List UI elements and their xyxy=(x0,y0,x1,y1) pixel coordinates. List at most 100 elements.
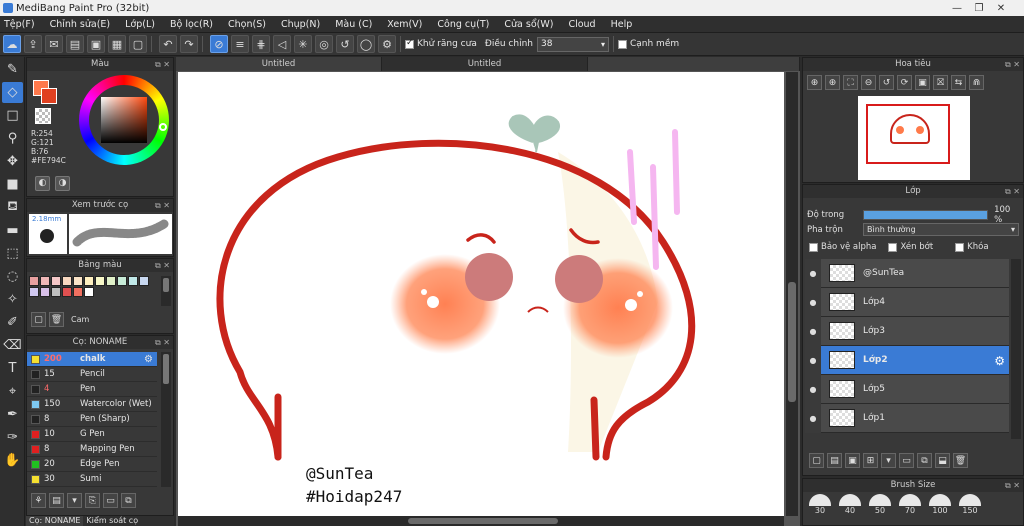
vanish-snap-icon[interactable]: ◁ xyxy=(273,35,291,53)
fit-icon[interactable]: ⛶ xyxy=(843,75,858,90)
visibility-eye-icon[interactable]: ● xyxy=(805,287,821,317)
dot-tool-icon[interactable]: ⚲ xyxy=(2,128,23,149)
brush-row[interactable]: 8 Mapping Pen xyxy=(27,442,157,457)
menu-help[interactable]: Help xyxy=(611,19,633,30)
duplicate-brush-icon[interactable]: ⧉ xyxy=(121,493,136,508)
rotate-reset-icon[interactable]: ⟳ xyxy=(897,75,912,90)
tab-brush-control[interactable]: Kiểm soát cọ xyxy=(83,516,141,526)
brush-size-preset[interactable]: 150 xyxy=(955,494,985,515)
layer-settings-gear-icon[interactable]: ⚙ xyxy=(994,354,1005,368)
clip-checkbox[interactable] xyxy=(888,242,898,252)
move-tool-icon[interactable]: ✥ xyxy=(2,151,23,172)
hand-tool-icon[interactable]: ✋ xyxy=(2,450,23,471)
palette-swatch[interactable] xyxy=(51,276,61,286)
new-image-layer-icon[interactable]: ▣ xyxy=(845,453,860,468)
divide-tool-icon[interactable]: ⌖ xyxy=(2,381,23,402)
adjust-select[interactable]: 38 ▾ xyxy=(536,36,609,52)
copy-brush-icon[interactable]: ⎘ xyxy=(85,493,100,508)
gradient-tool-icon[interactable]: ▬ xyxy=(2,220,23,241)
color-picker-ring[interactable] xyxy=(159,123,167,131)
blend-mode-select[interactable]: Bình thường ▾ xyxy=(863,223,1019,236)
flip-icon[interactable]: ⇆ xyxy=(951,75,966,90)
menu-edit[interactable]: Chỉnh sửa(E) xyxy=(50,19,111,30)
horizontal-scroll-thumb[interactable] xyxy=(408,518,558,524)
delete-palette-icon[interactable]: 🗑 xyxy=(49,312,64,327)
visibility-eye-icon[interactable]: ● xyxy=(805,258,821,288)
share-icon[interactable]: ⇪ xyxy=(24,35,42,53)
brush-menu-icon[interactable]: ▾ xyxy=(67,493,82,508)
visibility-eye-icon[interactable]: ● xyxy=(805,403,821,433)
layer-row[interactable]: ● Lớp3 xyxy=(805,316,1009,346)
background-color-swatch[interactable] xyxy=(41,88,57,104)
brush-row[interactable]: 10 G Pen xyxy=(27,427,157,442)
menu-color[interactable]: Màu (C) xyxy=(335,19,372,30)
grid-icon[interactable]: ▦ xyxy=(108,35,126,53)
snap-off-icon[interactable]: ⊘ xyxy=(210,35,228,53)
brush-folder-icon[interactable]: ▭ xyxy=(103,493,118,508)
close-button[interactable]: ✕ xyxy=(990,0,1012,16)
palette-scrollbar[interactable] xyxy=(161,276,171,306)
zoom-plus-icon[interactable]: ⊕ xyxy=(825,75,840,90)
redo-icon[interactable]: ↷ xyxy=(180,35,198,53)
panel-menu-icon[interactable]: ⧉ ✕ xyxy=(155,58,170,71)
bucket-tool-icon[interactable]: ⛾ xyxy=(2,197,23,218)
select-pen-icon[interactable]: ✐ xyxy=(2,312,23,333)
brush-list-scrollbar[interactable] xyxy=(161,352,171,487)
full-view-icon[interactable]: ▣ xyxy=(915,75,930,90)
brush-row[interactable]: 8 Pen (Sharp) xyxy=(27,412,157,427)
panel-menu-icon[interactable]: ⧉ ✕ xyxy=(1005,58,1020,71)
canvas-vertical-scrollbar[interactable] xyxy=(786,72,798,516)
menu-snap[interactable]: Chụp(N) xyxy=(281,19,320,30)
radial-snap-icon[interactable]: ✳ xyxy=(294,35,312,53)
saturation-square[interactable] xyxy=(101,97,147,143)
palette-swatch[interactable] xyxy=(84,287,94,297)
text-tool-icon[interactable]: T xyxy=(2,358,23,379)
layer-row[interactable]: ● Lớp2 ⚙ xyxy=(805,345,1009,375)
lock-checkbox[interactable] xyxy=(955,242,965,252)
cross-snap-icon[interactable]: ⋕ xyxy=(252,35,270,53)
panel-menu-icon[interactable]: ⧉ ✕ xyxy=(1005,185,1020,198)
layer-list-scrollbar[interactable] xyxy=(1011,259,1021,439)
color-set-icon[interactable]: ◐ xyxy=(35,176,50,191)
transparent-swatch[interactable] xyxy=(35,108,51,124)
tab-untitled-2[interactable]: Untitled xyxy=(382,57,588,71)
ellipse-snap-icon[interactable]: ◯ xyxy=(357,35,375,53)
merge-layer-icon[interactable]: ⬓ xyxy=(935,453,950,468)
cloud-icon[interactable]: ☁ xyxy=(3,35,21,53)
palette-swatch[interactable] xyxy=(51,287,61,297)
brush-size-preset[interactable]: 30 xyxy=(805,494,835,515)
brush-settings-gear-icon[interactable]: ⚙ xyxy=(144,354,153,365)
frame-icon[interactable]: ▢ xyxy=(129,35,147,53)
palette-swatch[interactable] xyxy=(84,276,94,286)
undo-icon[interactable]: ↶ xyxy=(159,35,177,53)
chat-icon[interactable]: ✉ xyxy=(45,35,63,53)
panel-menu-icon[interactable]: ⧉ ✕ xyxy=(155,199,170,212)
menu-file[interactable]: Tệp(F) xyxy=(4,19,35,30)
menu-view[interactable]: Xem(V) xyxy=(387,19,422,30)
visibility-eye-icon[interactable]: ● xyxy=(805,345,821,375)
brush-row[interactable]: 150 Watercolor (Wet) xyxy=(27,397,157,412)
eyedropper-icon[interactable]: ✒ xyxy=(2,404,23,425)
menu-window[interactable]: Cửa sổ(W) xyxy=(504,19,553,30)
palette-swatch[interactable] xyxy=(29,287,39,297)
magnet-icon[interactable]: ⋒ xyxy=(969,75,984,90)
color-palette-icon[interactable]: ◑ xyxy=(55,176,70,191)
layer-row[interactable]: ● Lớp5 xyxy=(805,374,1009,404)
maximize-button[interactable]: ❐ xyxy=(968,0,990,16)
magic-wand-icon[interactable]: ✧ xyxy=(2,289,23,310)
soft-edge-checkbox[interactable] xyxy=(617,39,627,49)
save-icon[interactable]: ▣ xyxy=(87,35,105,53)
brush-row[interactable]: 4 Pen xyxy=(27,382,157,397)
palette-swatch[interactable] xyxy=(40,276,50,286)
opacity-slider[interactable] xyxy=(862,210,989,220)
folder-icon[interactable]: ▭ xyxy=(899,453,914,468)
duplicate-layer-icon[interactable]: ⧉ xyxy=(917,453,932,468)
brush-row[interactable]: 200 chalk ⚙ xyxy=(27,352,157,367)
brush-size-preset[interactable]: 70 xyxy=(895,494,925,515)
zoom-out-icon[interactable]: ⊖ xyxy=(861,75,876,90)
panel-menu-icon[interactable]: ⧉ ✕ xyxy=(155,259,170,272)
tab-untitled-1[interactable]: Untitled xyxy=(176,57,382,71)
palette-swatch[interactable] xyxy=(128,276,138,286)
protect-alpha-checkbox[interactable] xyxy=(809,242,818,252)
settings-icon[interactable]: ⚙ xyxy=(378,35,396,53)
